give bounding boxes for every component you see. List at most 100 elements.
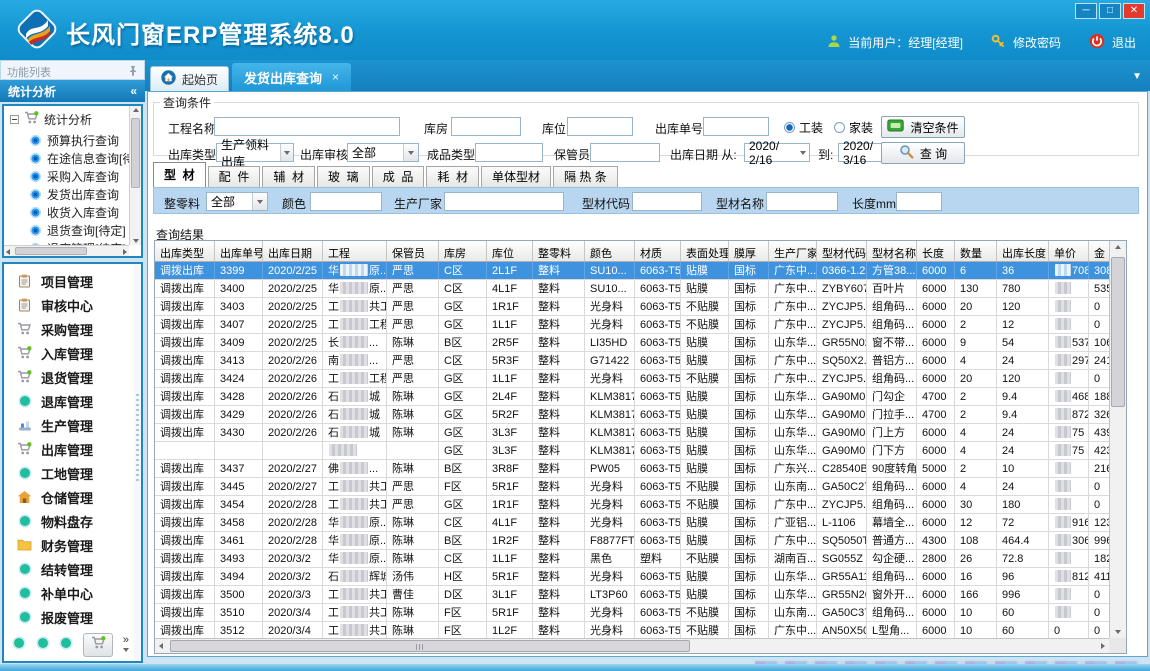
warehouse-input[interactable] [451,117,521,136]
grid-column-header[interactable]: 出库单号 [215,241,263,261]
table-row[interactable]: 调拨出库34242020/2/26工工程严思G区1L1F整料光身料6063-T5… [155,370,1109,388]
tree-item[interactable]: 在途信息查询[待 [4,149,141,167]
tab-close-icon[interactable]: × [332,70,339,84]
grid-column-header[interactable]: 出库长度 [997,241,1049,261]
table-row[interactable]: 调拨出库35002020/3/3工共工程曹佳D区3L1F整料LT3P606063… [155,586,1109,604]
profile-name-input[interactable] [766,192,838,211]
sidebar-section-statistics[interactable]: 统计分析 « [0,80,145,102]
table-row[interactable]: 调拨出库35102020/3/4工共工程陈琳F区5R1F整料光身料6063-T5… [155,604,1109,622]
table-row[interactable]: 调拨出库34942020/3/2石辉城汤伟H区5R1F整料光身料6063-T5贴… [155,568,1109,586]
menu-scrollbar[interactable] [134,264,141,661]
date-from-picker[interactable]: 2020/ 2/16 [744,143,810,162]
material-tab[interactable]: 配 件 [208,166,261,187]
material-tab[interactable]: 辅 材 [262,166,315,187]
sidebar-item[interactable]: 审核中心 [4,293,141,317]
sidebar-item[interactable]: 退库管理 [4,389,141,413]
cart-shortcut-button[interactable] [83,633,113,657]
search-button[interactable]: 查 询 [881,142,965,164]
grid-column-header[interactable]: 出库日期 [263,241,323,261]
grid-column-header[interactable]: 库房 [439,241,487,261]
grid-horizontal-scrollbar[interactable] [155,638,1109,653]
table-row[interactable]: 调拨出库34292020/2/26石城陈琳G区5R2F整料KLM38176063… [155,406,1109,424]
grid-column-header[interactable]: 数量 [955,241,997,261]
tab-home[interactable]: 起始页 [150,66,229,91]
table-row[interactable]: 调拨出库34132020/2/26南...严思C区5R3F整料G71422606… [155,352,1109,370]
collapse-icon[interactable]: « [130,84,137,98]
material-tab[interactable]: 玻 璃 [317,166,370,187]
sidebar-item[interactable]: 物料盘存 [4,509,141,533]
sidebar-item[interactable]: 退货管理 [4,365,141,389]
sidebar-item[interactable]: 补单中心 [4,581,141,605]
close-button[interactable]: ✕ [1123,3,1145,19]
grid-column-header[interactable]: 材质 [635,241,681,261]
table-row[interactable]: G区3L3F整料KLM38176063-T5贴膜国标山东华...GA90M09.… [155,442,1109,460]
grid-column-header[interactable]: 颜色 [585,241,635,261]
circle-icon[interactable] [12,636,26,655]
table-row[interactable]: 调拨出库34092020/2/25长...陈琳B区2R5F整料LI35HD606… [155,334,1109,352]
table-row[interactable]: 调拨出库35122020/3/4工共工程陈琳F区1L2F整料光身料6063-T5… [155,622,1109,638]
material-tab[interactable]: 型 材 [153,162,206,187]
grid-column-header[interactable]: 保管员 [387,241,439,261]
grid-column-header[interactable]: 长度 [917,241,955,261]
table-row[interactable]: 调拨出库34032020/2/25工共工程严思G区1R1F整料光身料6063-T… [155,298,1109,316]
location-input[interactable] [567,117,633,136]
material-tab[interactable]: 单体型材 [481,166,551,187]
radio-industrial[interactable]: 工装 [784,119,823,136]
keeper-input[interactable] [590,143,660,162]
product-type-input[interactable] [475,143,543,162]
table-row[interactable]: 调拨出库34282020/2/26石城陈琳G区2L4F整料KLM38176063… [155,388,1109,406]
table-row[interactable]: 调拨出库34582020/2/28华原...陈琳C区4L1F整料光身料6063-… [155,514,1109,532]
order-no-input[interactable] [703,117,769,136]
material-tab[interactable]: 隔 热 条 [553,166,618,187]
more-options-button[interactable]: » [123,636,129,654]
material-tab[interactable]: 成 品 [372,166,425,187]
circle-icon[interactable] [36,636,50,655]
material-tab[interactable]: 耗 材 [426,166,479,187]
audit-select[interactable]: 全部 [347,143,419,162]
grid-column-header[interactable]: 单价 [1049,241,1089,261]
tree-item[interactable]: 采购入库查询 [4,167,141,185]
tree-item[interactable]: 发货出库查询 [4,185,141,203]
project-name-input[interactable] [214,117,400,136]
maximize-button[interactable]: □ [1099,3,1121,19]
table-row[interactable]: 调拨出库34452020/2/27工共工程严思F区5R1F整料光身料6063-T… [155,478,1109,496]
pin-icon[interactable] [128,65,138,79]
table-row[interactable]: 调拨出库34542020/2/28工共工程严思G区1R1F整料光身料6063-T… [155,496,1109,514]
change-password-link[interactable]: 修改密码 [1013,34,1061,51]
grid-column-header[interactable]: 型材代码 [817,241,867,261]
sidebar-item[interactable]: 工地管理 [4,461,141,485]
grid-column-header[interactable]: 整零料 [533,241,585,261]
length-input[interactable] [896,192,942,211]
manufacturer-input[interactable] [444,192,564,211]
grid-column-header[interactable]: 出库类型 [155,241,215,261]
radio-home-decor[interactable]: 家装 [834,119,873,136]
table-row[interactable]: 调拨出库34302020/2/26石城陈琳G区3L3F整料KLM38176063… [155,424,1109,442]
sidebar-item[interactable]: 结转管理 [4,557,141,581]
sidebar-item[interactable]: 仓储管理 [4,485,141,509]
tree-vertical-scrollbar[interactable] [129,106,141,245]
sidebar-item[interactable]: 财务管理 [4,533,141,557]
tabbar-caret-icon[interactable]: ▼ [1132,71,1142,82]
tree-item[interactable]: 退货查询[待定] [4,221,141,239]
sidebar-item[interactable]: 出库管理 [4,437,141,461]
sidebar-item[interactable]: 采购管理 [4,317,141,341]
grid-column-header[interactable]: 型材名称 [867,241,917,261]
table-row[interactable]: 调拨出库34002020/2/25华原...严思C区4L1F整料SU10...6… [155,280,1109,298]
profile-code-input[interactable] [632,192,702,211]
grid-column-header[interactable]: 膜厚 [729,241,769,261]
tree-root-statistics[interactable]: 统计分析 [4,106,141,131]
grid-column-header[interactable]: 金 [1089,241,1111,261]
table-row[interactable]: 调拨出库34932020/3/2华原...陈琳C区1L1F整料黑色塑料不贴膜国标… [155,550,1109,568]
tree-expander-icon[interactable] [10,115,19,124]
out-type-select[interactable]: 生产领料出库 [216,143,294,162]
table-row[interactable]: 调拨出库34372020/2/27佛...陈琳B区3R8F整料PW056063-… [155,460,1109,478]
table-row[interactable]: 调拨出库34072020/2/25工工程严思G区1L1F整料光身料6063-T5… [155,316,1109,334]
minimize-button[interactable]: ─ [1075,3,1097,19]
color-input[interactable] [310,192,382,211]
clear-conditions-button[interactable]: 清空条件 [881,116,965,138]
sidebar-item[interactable]: 报废管理 [4,605,141,629]
grid-column-header[interactable]: 表面处理 [681,241,729,261]
sidebar-item[interactable]: 入库管理 [4,341,141,365]
tree-item[interactable]: 预算执行查询 [4,131,141,149]
tab-shipment-outbound-query[interactable]: 发货出库查询 × [232,63,351,91]
